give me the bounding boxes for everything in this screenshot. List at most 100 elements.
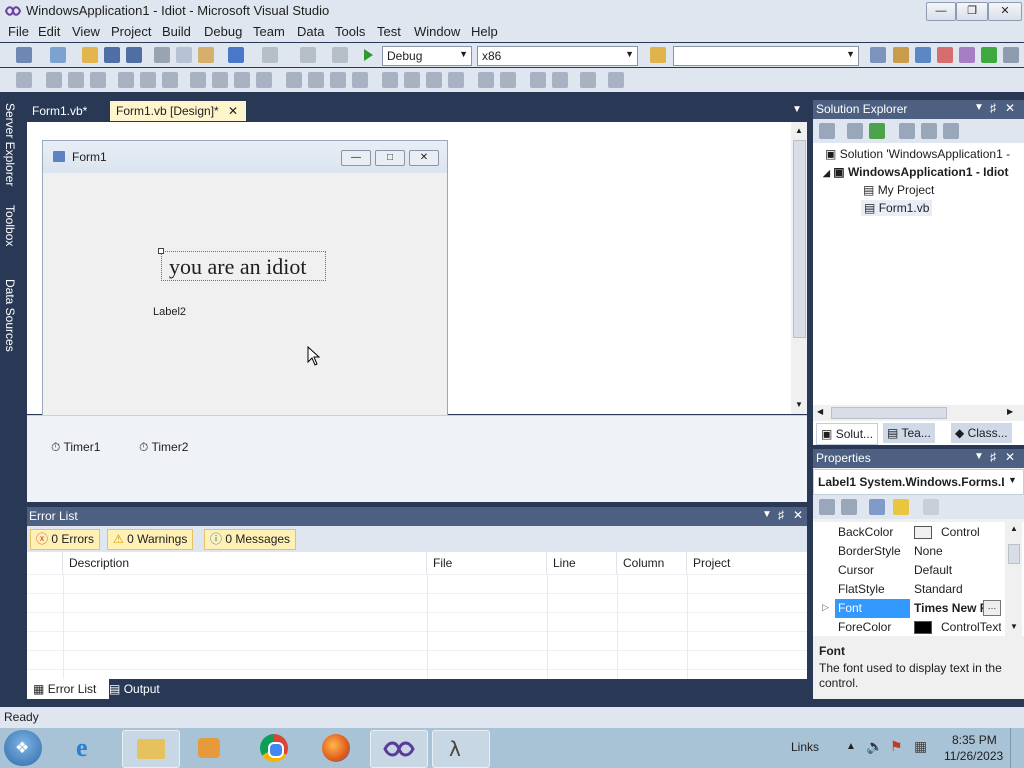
make-same-width-icon[interactable] xyxy=(190,72,206,88)
start-debugging-icon[interactable] xyxy=(360,47,376,63)
solution-configuration-select[interactable]: Debug ▼ xyxy=(382,46,472,66)
find-in-files-icon[interactable] xyxy=(650,47,666,63)
menu-file[interactable]: File xyxy=(8,24,29,39)
start-button[interactable]: ❖ xyxy=(4,730,42,766)
file-explorer-icon[interactable] xyxy=(122,730,180,768)
toolbox-tab[interactable]: Toolbox xyxy=(3,205,17,246)
scroll-up-icon[interactable]: ▲ xyxy=(1010,524,1018,533)
label2-control[interactable]: Label2 xyxy=(153,306,186,318)
expand-arrow-icon[interactable]: ◢ xyxy=(823,168,830,178)
tree-solution[interactable]: ▣ Solution 'WindowsApplication1 - xyxy=(825,147,1010,161)
form1-window[interactable]: Form1 — □ ✕ you are an idiot Label2 xyxy=(42,140,448,416)
scroll-down-icon[interactable]: ▼ xyxy=(795,400,803,409)
center-vertically-icon[interactable] xyxy=(500,72,516,88)
tree-form1[interactable]: ▤ Form1.vb xyxy=(861,200,933,216)
size-to-grid-icon[interactable] xyxy=(212,72,228,88)
show-all-files-icon[interactable] xyxy=(847,123,863,139)
close-panel-icon[interactable]: ✕ xyxy=(793,508,803,522)
events-icon[interactable] xyxy=(893,499,909,515)
selection-handle[interactable] xyxy=(158,248,164,254)
column-column[interactable]: Column xyxy=(617,552,687,574)
make-same-height-icon[interactable] xyxy=(234,72,250,88)
property-row-selected[interactable]: ▷ Font Times New R … xyxy=(813,599,1024,618)
view-designer-icon[interactable] xyxy=(921,123,937,139)
navigate-backward-icon[interactable] xyxy=(300,47,316,63)
align-middles-icon[interactable] xyxy=(140,72,156,88)
menu-team[interactable]: Team xyxy=(253,24,285,39)
align-to-grid-icon[interactable] xyxy=(16,72,32,88)
window-position-icon[interactable]: ▼ xyxy=(762,509,772,520)
tab-output[interactable]: ▤ Output xyxy=(103,679,166,699)
send-to-back-icon[interactable] xyxy=(552,72,568,88)
menu-help[interactable]: Help xyxy=(471,24,498,39)
horizontal-spacing-icon[interactable] xyxy=(286,72,302,88)
new-project-icon[interactable] xyxy=(16,47,32,63)
align-tops-icon[interactable] xyxy=(118,72,134,88)
scroll-up-icon[interactable]: ▲ xyxy=(795,126,803,135)
show-hidden-icons-icon[interactable]: ▲ xyxy=(846,741,856,752)
start-page-icon[interactable] xyxy=(981,47,997,63)
properties-icon[interactable] xyxy=(819,123,835,139)
column-file[interactable]: File xyxy=(427,552,547,574)
pin-icon[interactable]: ♯ xyxy=(990,101,996,115)
bring-to-front-icon[interactable] xyxy=(530,72,546,88)
visual-studio-taskbar-icon[interactable] xyxy=(370,730,428,768)
internet-explorer-icon[interactable]: e xyxy=(62,730,118,766)
solution-horizontal-scrollbar[interactable]: ◀ ▶ xyxy=(813,405,1024,421)
scroll-left-icon[interactable]: ◀ xyxy=(817,407,823,416)
vertical-spacing-icon[interactable] xyxy=(382,72,398,88)
increase-horizontal-spacing-icon[interactable] xyxy=(308,72,324,88)
menu-edit[interactable]: Edit xyxy=(38,24,60,39)
menu-build[interactable]: Build xyxy=(162,24,191,39)
expand-arrow-icon[interactable]: ▷ xyxy=(822,602,829,613)
align-rights-icon[interactable] xyxy=(90,72,106,88)
remove-horizontal-spacing-icon[interactable] xyxy=(352,72,368,88)
save-all-icon[interactable] xyxy=(126,47,142,63)
tab-order-icon[interactable] xyxy=(580,72,596,88)
add-item-icon[interactable] xyxy=(50,47,66,63)
tab-form1-design[interactable]: Form1.vb [Design]* ✕ xyxy=(110,101,246,121)
align-centers-icon[interactable] xyxy=(68,72,84,88)
increase-vertical-spacing-icon[interactable] xyxy=(404,72,420,88)
solution-explorer-icon[interactable] xyxy=(870,47,886,63)
firefox-icon[interactable] xyxy=(308,730,364,766)
window-position-icon[interactable]: ▼ xyxy=(974,102,984,113)
undo-icon[interactable] xyxy=(228,47,244,63)
remove-vertical-spacing-icon[interactable] xyxy=(448,72,464,88)
tab-form1-code[interactable]: Form1.vb* xyxy=(26,101,93,121)
categorized-icon[interactable] xyxy=(819,499,835,515)
column-project[interactable]: Project xyxy=(687,552,807,574)
cut-icon[interactable] xyxy=(154,47,170,63)
column-description[interactable]: Description xyxy=(63,552,427,574)
tab-solution-explorer[interactable]: ▣ Solut... xyxy=(816,423,879,445)
pin-icon[interactable]: ♯ xyxy=(778,508,784,522)
close-tab-icon[interactable]: ✕ xyxy=(228,101,238,121)
clock-time[interactable]: 8:35 PM xyxy=(952,733,997,747)
properties-scrollbar[interactable]: ▲ ▼ xyxy=(1005,522,1022,636)
toolbar-options-icon[interactable] xyxy=(1003,47,1019,63)
close-panel-icon[interactable]: ✕ xyxy=(1005,450,1015,464)
lambda-app-icon[interactable]: λ xyxy=(432,730,490,768)
menu-view[interactable]: View xyxy=(72,24,100,39)
tab-team-explorer[interactable]: ▤ Tea... xyxy=(883,423,935,443)
restore-button[interactable]: ❐ xyxy=(956,2,988,21)
column-line[interactable]: Line xyxy=(547,552,617,574)
class-view-icon[interactable] xyxy=(943,123,959,139)
scroll-thumb[interactable] xyxy=(831,407,947,419)
property-row[interactable]: BorderStyle None xyxy=(813,542,1024,561)
object-selector[interactable]: Label1 System.Windows.Forms.La ▼ xyxy=(813,469,1024,495)
align-bottoms-icon[interactable] xyxy=(162,72,178,88)
errors-filter-button[interactable]: ⓧ 0 Errors xyxy=(30,529,101,550)
window-position-icon[interactable]: ▼ xyxy=(974,451,984,462)
column-category[interactable] xyxy=(27,552,63,574)
tree-project[interactable]: ◢ ▣ WindowsApplication1 - Idiot xyxy=(823,165,1009,179)
toolbox-icon[interactable] xyxy=(937,47,953,63)
decrease-horizontal-spacing-icon[interactable] xyxy=(330,72,346,88)
property-row[interactable]: ForeColor ControlText xyxy=(813,618,1024,637)
tab-error-list[interactable]: ▦ Error List xyxy=(27,679,109,699)
close-button[interactable]: ✕ xyxy=(988,2,1022,21)
ellipsis-button[interactable]: … xyxy=(983,600,1001,616)
navigate-forward-icon[interactable] xyxy=(332,47,348,63)
close-panel-icon[interactable]: ✕ xyxy=(1005,101,1015,115)
copy-icon[interactable] xyxy=(176,47,192,63)
